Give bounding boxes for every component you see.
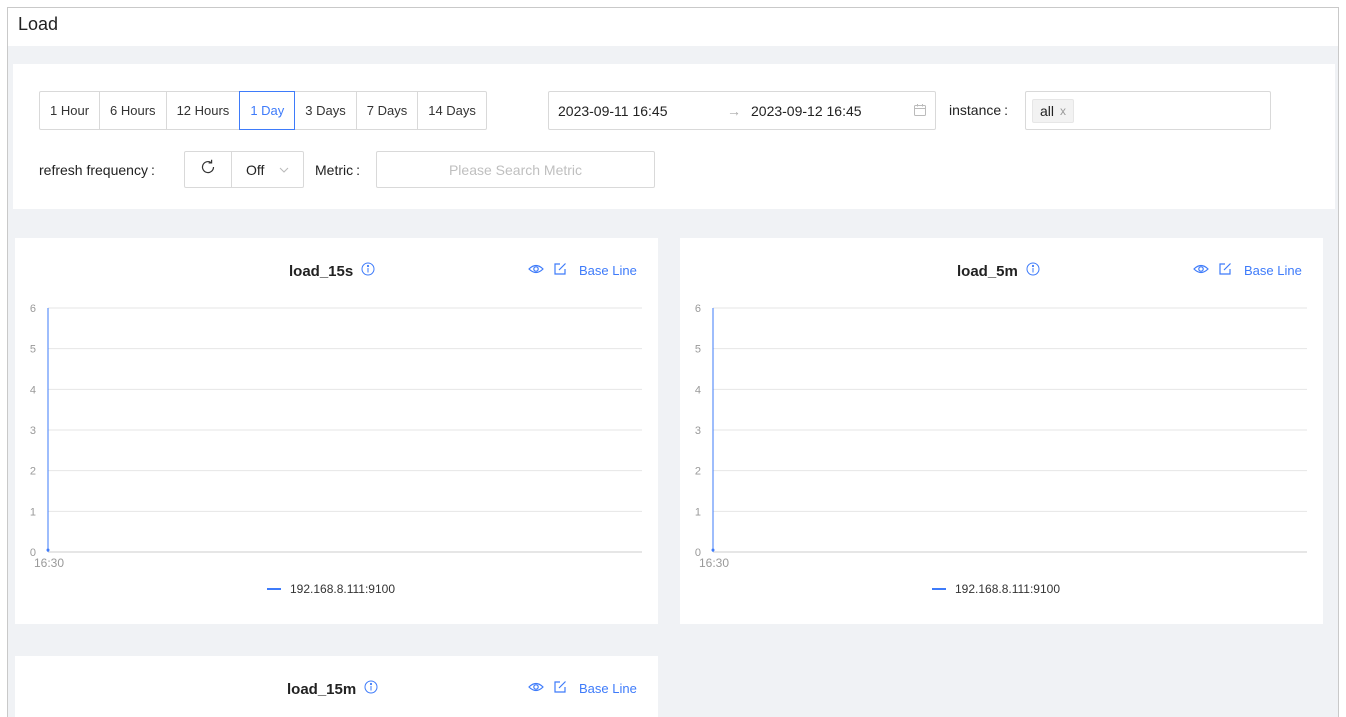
legend-swatch bbox=[932, 588, 946, 590]
page-title: Load bbox=[18, 14, 59, 34]
instance-label: instance: bbox=[949, 102, 1009, 118]
chart-title-text: load_15s bbox=[289, 262, 354, 280]
eye-icon[interactable] bbox=[528, 262, 544, 279]
time-range-1-day[interactable]: 1 Day bbox=[239, 91, 296, 130]
chart-card-load-15s: load_15s Base Line 0 1 2 3 4 5 6 16:30 192.168.… bbox=[15, 238, 658, 624]
base-line-button[interactable]: Base Line bbox=[579, 681, 637, 696]
time-range-3-days[interactable]: 3 Days bbox=[294, 91, 357, 130]
info-icon[interactable] bbox=[361, 262, 375, 280]
y-tick-label: 1 bbox=[30, 506, 36, 518]
refresh-button[interactable] bbox=[184, 151, 232, 188]
date-range-start[interactable]: 2023-09-11 16:45 bbox=[558, 103, 668, 119]
refresh-frequency-select[interactable]: Off bbox=[231, 151, 304, 188]
chart-card-load-5m: load_5m Base Line 0 1 2 3 4 5 6 16:30 192.168.8… bbox=[680, 238, 1323, 624]
y-tick-label: 6 bbox=[30, 303, 36, 315]
y-tick-label: 5 bbox=[695, 344, 701, 356]
y-tick-label: 2 bbox=[30, 466, 36, 478]
time-range-group: 1 Hour 6 Hours 12 Hours 1 Day 3 Days 7 D… bbox=[39, 91, 487, 130]
data-point bbox=[46, 548, 50, 552]
y-tick-label: 3 bbox=[30, 425, 36, 437]
legend-swatch bbox=[267, 588, 281, 590]
chart-title: load_15s bbox=[289, 262, 375, 280]
date-range-arrow: → bbox=[727, 102, 741, 119]
eye-icon[interactable] bbox=[528, 680, 544, 697]
instance-tag-label: all bbox=[1040, 103, 1055, 119]
edit-icon[interactable] bbox=[553, 262, 567, 279]
y-tick-label: 1 bbox=[695, 506, 701, 518]
date-range-end[interactable]: 2023-09-12 16:45 bbox=[751, 103, 862, 119]
time-range-7-days[interactable]: 7 Days bbox=[355, 91, 419, 130]
x-tick-label: 16:30 bbox=[34, 556, 64, 570]
instance-select[interactable]: all x bbox=[1025, 91, 1271, 130]
chart-title: load_15m bbox=[287, 680, 378, 698]
chart-card-load-15m: load_15m Base Line bbox=[15, 656, 658, 717]
load-dashboard: Load 1 Hour 6 Hours 12 Hours 1 Day 3 Day… bbox=[7, 7, 1339, 717]
y-tick-label: 2 bbox=[695, 466, 701, 478]
refresh-frequency-value: Off bbox=[246, 162, 265, 178]
close-icon[interactable]: x bbox=[1060, 104, 1066, 118]
time-range-14-days[interactable]: 14 Days bbox=[417, 91, 487, 130]
refresh-icon bbox=[199, 158, 217, 181]
time-range-12-hours[interactable]: 12 Hours bbox=[165, 91, 241, 130]
y-tick-label: 4 bbox=[695, 384, 701, 396]
title-bar: Load bbox=[8, 8, 1338, 46]
chart-actions: Base Line bbox=[1193, 262, 1302, 279]
data-point bbox=[711, 548, 715, 552]
calendar-icon[interactable] bbox=[913, 103, 927, 120]
edit-icon[interactable] bbox=[1218, 262, 1232, 279]
x-tick-label: 16:30 bbox=[699, 556, 729, 570]
time-range-1-hour[interactable]: 1 Hour bbox=[39, 91, 101, 130]
legend-label: 192.168.8.111:9100 bbox=[955, 582, 1060, 596]
chart-title: load_5m bbox=[957, 262, 1040, 280]
base-line-button[interactable]: Base Line bbox=[1244, 263, 1302, 278]
chart-plot-load-15s: 012345616:30 bbox=[30, 303, 642, 570]
y-tick-label: 4 bbox=[30, 384, 36, 396]
y-tick-label: 5 bbox=[30, 344, 36, 356]
chart-title-text: load_15m bbox=[287, 680, 357, 698]
filter-panel: 1 Hour 6 Hours 12 Hours 1 Day 3 Days 7 D… bbox=[13, 64, 1335, 209]
eye-icon[interactable] bbox=[1193, 262, 1209, 279]
time-range-6-hours[interactable]: 6 Hours bbox=[99, 91, 167, 130]
base-line-button[interactable]: Base Line bbox=[579, 263, 637, 278]
instance-tag: all x bbox=[1032, 99, 1075, 123]
metric-label: Metric: bbox=[315, 162, 361, 178]
chart-title-text: load_5m bbox=[957, 262, 1018, 280]
refresh-frequency-label: refresh frequency: bbox=[39, 162, 155, 178]
chart-legend[interactable]: 192.168.8.111:9100 bbox=[267, 582, 395, 596]
chevron-down-icon bbox=[278, 163, 290, 179]
chart-actions: Base Line bbox=[528, 680, 637, 697]
edit-icon[interactable] bbox=[553, 680, 567, 697]
y-tick-label: 6 bbox=[695, 303, 701, 315]
chart-actions: Base Line bbox=[528, 262, 637, 279]
chart-plot-load-5m: 012345616:30 bbox=[695, 303, 1307, 570]
y-tick-label: 3 bbox=[695, 425, 701, 437]
legend-label: 192.168.8.111:9100 bbox=[290, 582, 395, 596]
metric-search-input[interactable] bbox=[376, 151, 655, 188]
info-icon[interactable] bbox=[1026, 262, 1040, 280]
info-icon[interactable] bbox=[364, 680, 378, 698]
date-range-picker[interactable]: 2023-09-11 16:45 → 2023-09-12 16:45 bbox=[548, 91, 936, 130]
chart-legend[interactable]: 192.168.8.111:9100 bbox=[932, 582, 1060, 596]
